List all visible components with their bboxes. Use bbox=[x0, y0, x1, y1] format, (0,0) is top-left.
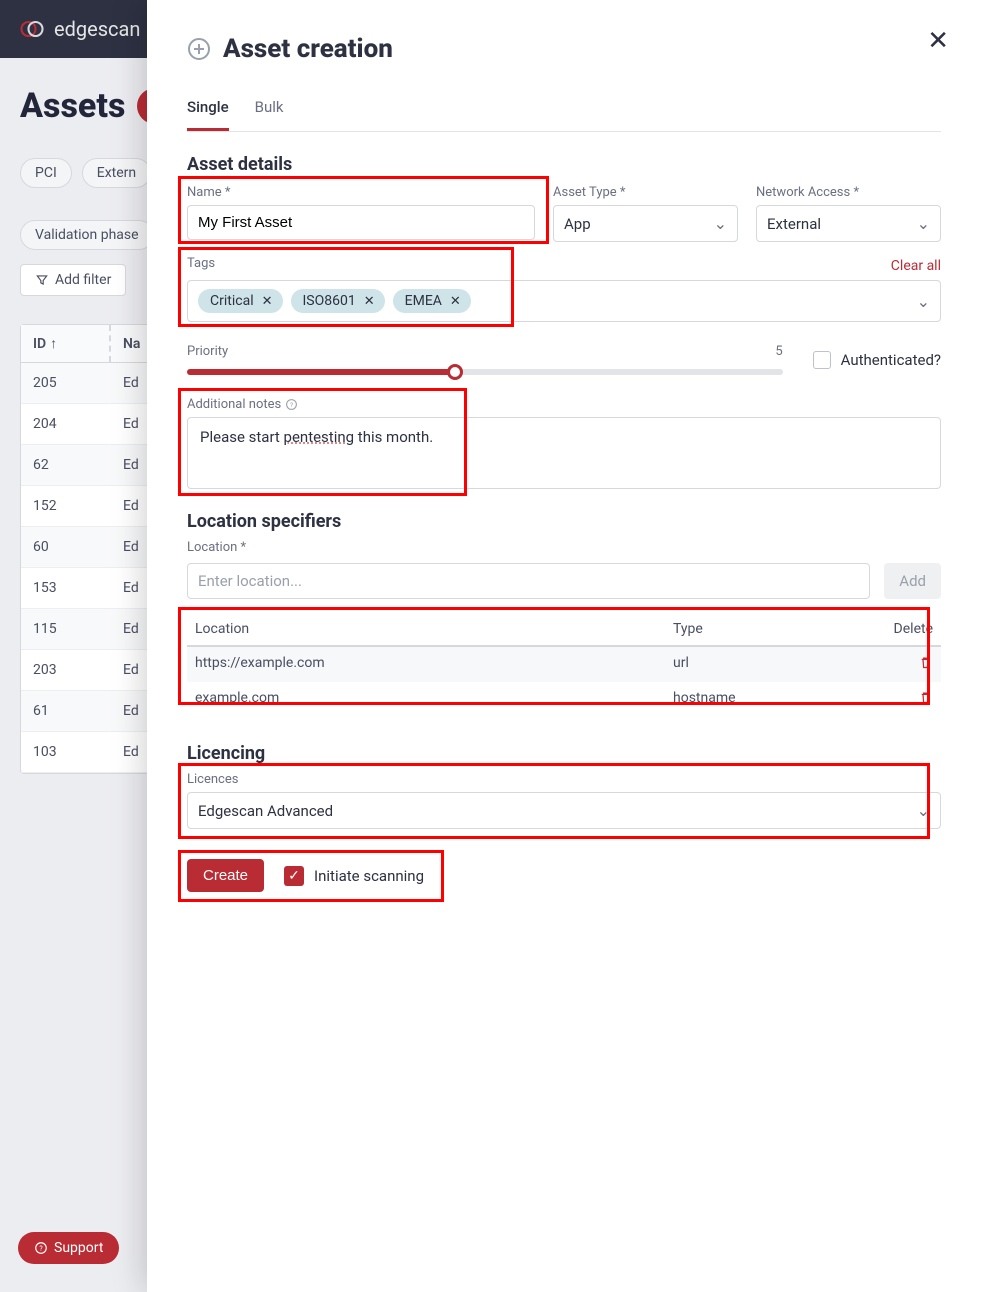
filter-chip-pci[interactable]: PCI bbox=[20, 158, 72, 188]
cell-id: 152 bbox=[21, 486, 111, 526]
add-location-button[interactable]: Add bbox=[884, 563, 941, 599]
support-button[interactable]: ? Support bbox=[18, 1232, 119, 1264]
highlight-notes bbox=[178, 388, 467, 496]
cell-name: Ed bbox=[111, 445, 151, 485]
cell-name: Ed bbox=[111, 609, 151, 649]
slider-thumb[interactable] bbox=[447, 364, 463, 380]
cell-name: Ed bbox=[111, 732, 151, 772]
cell-id: 103 bbox=[21, 732, 111, 772]
details-row-1: Name * Asset Type * App⌄ Network Access … bbox=[187, 185, 941, 242]
checkbox-icon bbox=[813, 351, 831, 369]
sort-up-icon: ↑ bbox=[50, 335, 57, 352]
highlight-actions bbox=[178, 850, 444, 902]
support-label: Support bbox=[54, 1240, 103, 1256]
cell-id: 203 bbox=[21, 650, 111, 690]
logo: edgescan bbox=[18, 15, 140, 43]
cell-id: 60 bbox=[21, 527, 111, 567]
filter-chip-extern[interactable]: Extern bbox=[82, 158, 151, 188]
network-label: Network Access * bbox=[756, 185, 941, 200]
panel-title: Asset creation bbox=[187, 34, 941, 64]
priority-row: Priority 5 Authenticated? bbox=[187, 344, 941, 375]
asset-creation-panel: ✕ Asset creation Single Bulk Asset detai… bbox=[147, 0, 981, 1292]
filter-icon bbox=[35, 273, 49, 287]
priority-value: 5 bbox=[775, 344, 782, 359]
cell-name: Ed bbox=[111, 650, 151, 690]
network-select[interactable]: External⌄ bbox=[756, 205, 941, 242]
licencing-heading: Licencing bbox=[187, 743, 941, 764]
highlight-licence bbox=[178, 763, 930, 839]
svg-text:?: ? bbox=[39, 1245, 43, 1253]
clear-all-button[interactable]: Clear all bbox=[891, 258, 941, 274]
col-id[interactable]: ID ↑ bbox=[21, 325, 111, 362]
asset-type-label: Asset Type * bbox=[553, 185, 738, 200]
tab-single[interactable]: Single bbox=[187, 98, 229, 131]
cell-id: 115 bbox=[21, 609, 111, 649]
cell-id: 204 bbox=[21, 404, 111, 444]
cell-name: Ed bbox=[111, 527, 151, 567]
chevron-down-icon: ⌄ bbox=[917, 214, 930, 233]
cell-name: Ed bbox=[111, 568, 151, 608]
cell-name: Ed bbox=[111, 691, 151, 731]
cell-name: Ed bbox=[111, 486, 151, 526]
highlight-location-table bbox=[178, 607, 930, 705]
location-label: Location * bbox=[187, 540, 941, 555]
logo-text: edgescan bbox=[54, 17, 140, 41]
location-input[interactable]: Enter location... bbox=[187, 563, 870, 599]
cell-id: 153 bbox=[21, 568, 111, 608]
add-filter-label: Add filter bbox=[55, 272, 111, 288]
location-input-row: Enter location... Add bbox=[187, 563, 941, 599]
priority-slider[interactable]: Priority 5 bbox=[187, 344, 783, 375]
cell-id: 205 bbox=[21, 363, 111, 403]
cell-id: 61 bbox=[21, 691, 111, 731]
close-icon[interactable]: ✕ bbox=[927, 26, 949, 56]
cell-name: Ed bbox=[111, 363, 151, 403]
authenticated-toggle[interactable]: Authenticated? bbox=[813, 351, 941, 369]
cell-id: 62 bbox=[21, 445, 111, 485]
chevron-down-icon: ⌄ bbox=[714, 214, 727, 233]
help-icon: ? bbox=[34, 1241, 48, 1255]
location-heading: Location specifiers bbox=[187, 511, 941, 532]
cell-name: Ed bbox=[111, 404, 151, 444]
tab-bulk[interactable]: Bulk bbox=[255, 98, 284, 131]
logo-icon bbox=[18, 15, 46, 43]
add-filter-button[interactable]: Add filter bbox=[20, 264, 126, 296]
filter-chip-validation[interactable]: Validation phase bbox=[20, 220, 154, 250]
page-title-text: Assets bbox=[20, 86, 125, 126]
plus-circle-icon bbox=[187, 37, 211, 61]
asset-type-select[interactable]: App⌄ bbox=[553, 205, 738, 242]
panel-title-text: Asset creation bbox=[223, 34, 393, 64]
tabs: Single Bulk bbox=[187, 98, 941, 132]
highlight-tags bbox=[178, 247, 514, 327]
asset-details-heading: Asset details bbox=[187, 154, 941, 175]
authenticated-label: Authenticated? bbox=[841, 351, 941, 369]
highlight-name bbox=[178, 176, 549, 244]
priority-label: Priority bbox=[187, 344, 228, 359]
chevron-down-icon: ⌄ bbox=[917, 292, 930, 311]
